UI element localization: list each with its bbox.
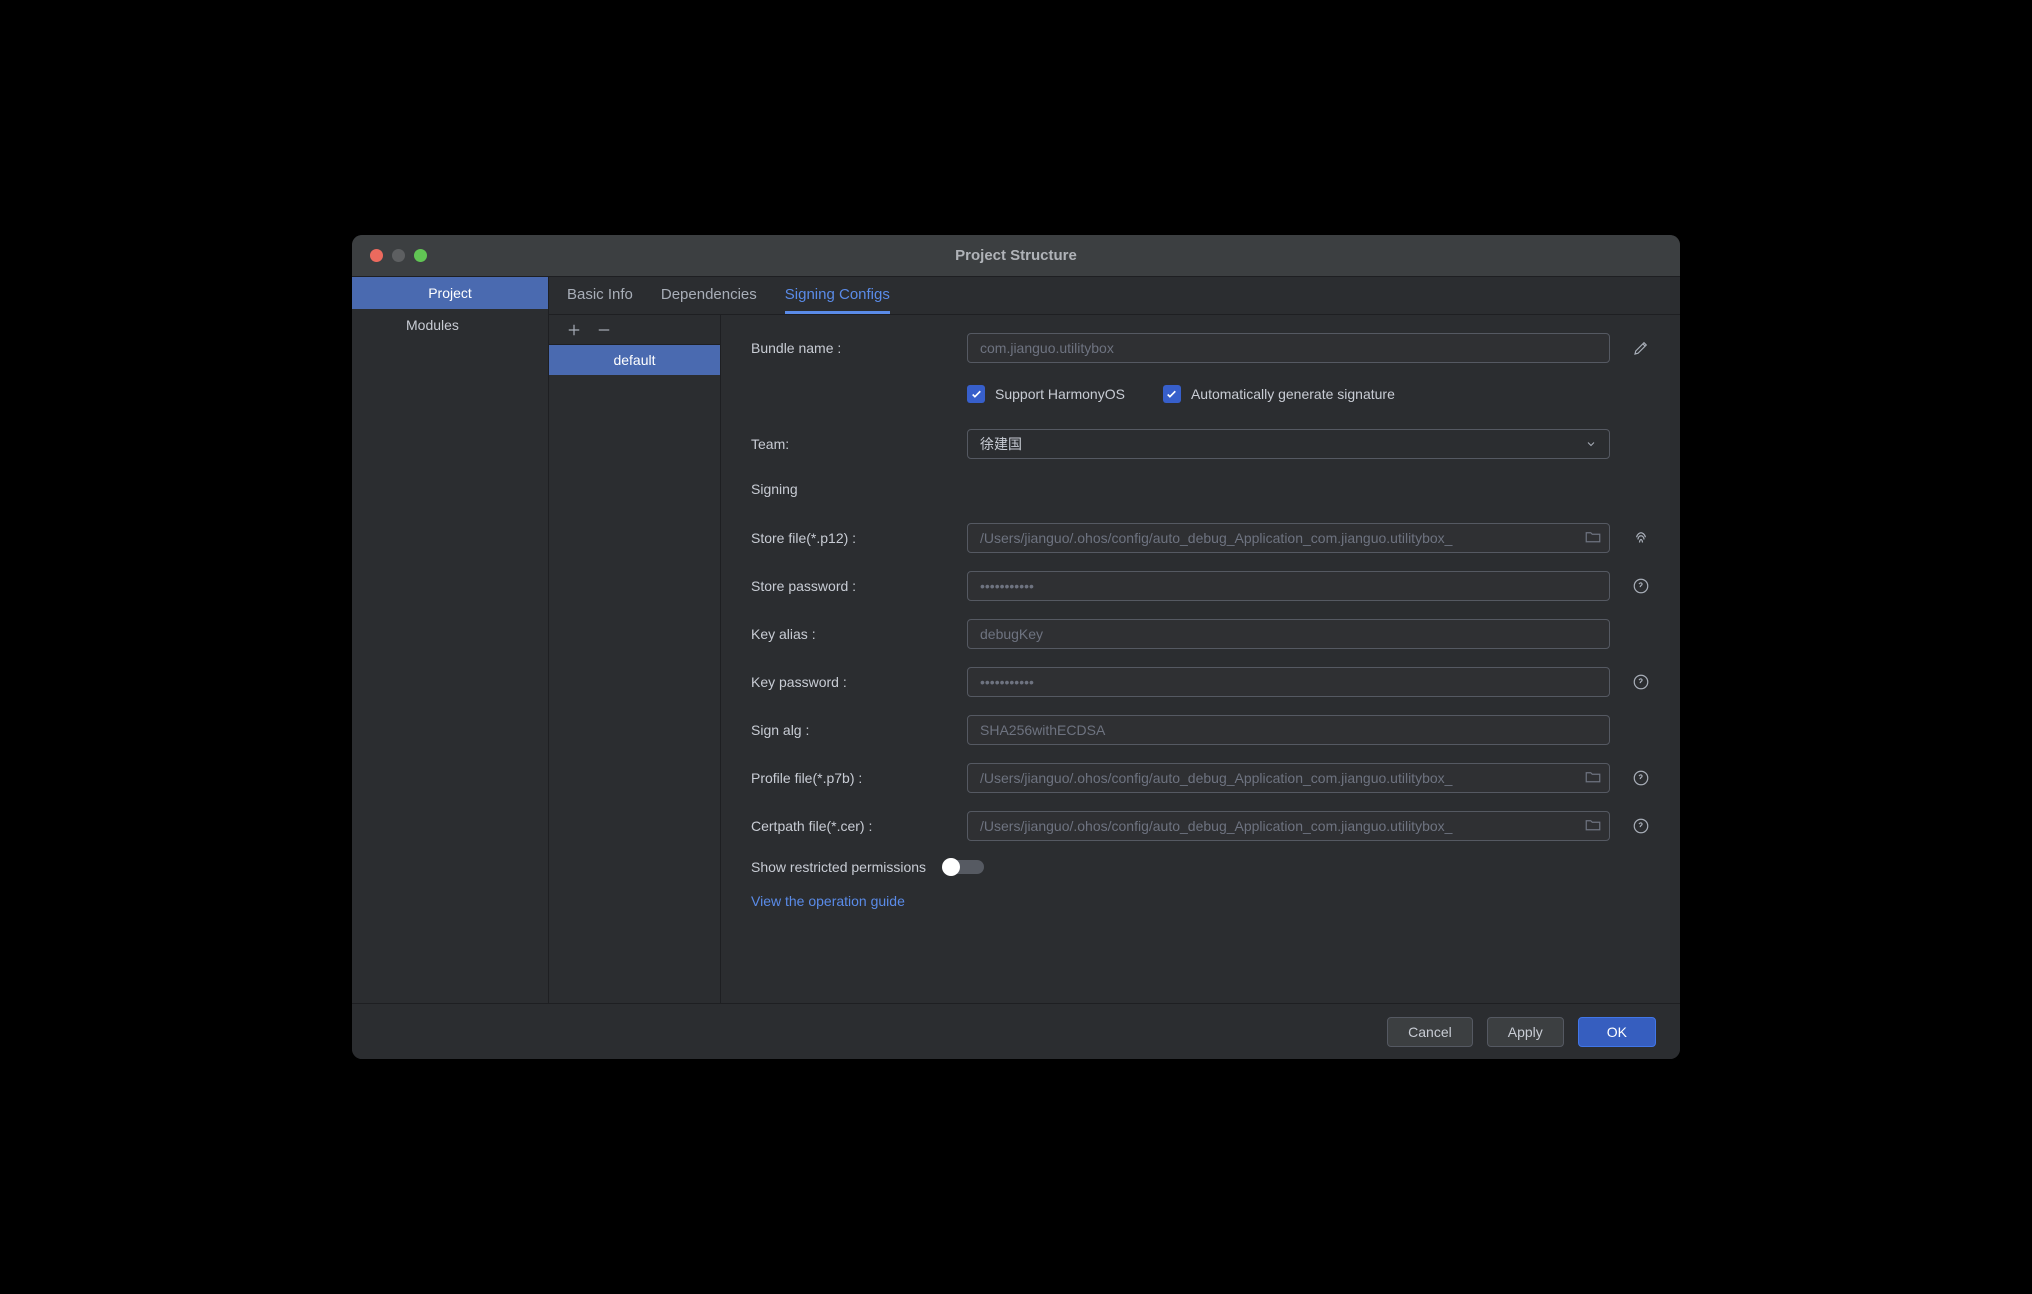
store-file-label: Store file(*.p12) :	[751, 530, 951, 546]
content-row: default Bundle name :	[549, 315, 1680, 1003]
certpath-row: Certpath file(*.cer) :	[751, 811, 1656, 841]
form-area: Bundle name : Support	[721, 315, 1680, 1003]
autogen-signature-checkbox[interactable]: Automatically generate signature	[1163, 385, 1395, 403]
sign-alg-label: Sign alg :	[751, 722, 951, 738]
key-password-row: Key password :	[751, 667, 1656, 697]
store-file-input[interactable]	[967, 523, 1610, 553]
tab-basic-info[interactable]: Basic Info	[567, 277, 633, 314]
minus-icon	[595, 321, 613, 339]
profile-file-label: Profile file(*.p7b) :	[751, 770, 951, 786]
sidebar-item-label: Modules	[406, 317, 459, 333]
key-password-label: Key password :	[751, 674, 951, 690]
tab-signing-configs[interactable]: Signing Configs	[785, 277, 890, 314]
key-password-help[interactable]	[1626, 673, 1656, 691]
key-alias-label: Key alias :	[751, 626, 951, 642]
pencil-icon	[1632, 339, 1650, 357]
body: Project Modules Basic Info Dependencies …	[352, 277, 1680, 1003]
team-select[interactable]: 徐建国	[967, 429, 1610, 459]
team-row: Team: 徐建国	[751, 429, 1656, 459]
sidebar-item-modules[interactable]: Modules	[352, 309, 548, 341]
profile-file-help[interactable]	[1626, 769, 1656, 787]
sidebar-item-project[interactable]: Project	[352, 277, 548, 309]
store-password-label: Store password :	[751, 578, 951, 594]
minimize-window-button[interactable]	[392, 249, 405, 262]
store-password-help[interactable]	[1626, 577, 1656, 595]
team-label: Team:	[751, 436, 951, 452]
sidebar-item-label: Project	[428, 285, 472, 301]
bundle-name-row: Bundle name :	[751, 333, 1656, 363]
operation-guide-link[interactable]: View the operation guide	[751, 893, 905, 909]
footer: Cancel Apply OK	[352, 1003, 1680, 1059]
cancel-button[interactable]: Cancel	[1387, 1017, 1473, 1047]
tab-dependencies[interactable]: Dependencies	[661, 277, 757, 314]
plus-icon	[565, 321, 583, 339]
show-restricted-row: Show restricted permissions	[751, 859, 1656, 875]
checkbox-label: Support HarmonyOS	[995, 386, 1125, 402]
help-icon	[1632, 673, 1650, 691]
folder-icon[interactable]	[1584, 528, 1602, 549]
chevron-down-icon	[1585, 438, 1597, 450]
tabs: Basic Info Dependencies Signing Configs	[549, 277, 1680, 315]
add-config-button[interactable]	[565, 321, 583, 339]
key-alias-input[interactable]	[967, 619, 1610, 649]
close-window-button[interactable]	[370, 249, 383, 262]
sign-alg-row: Sign alg :	[751, 715, 1656, 745]
remove-config-button[interactable]	[595, 321, 613, 339]
store-password-input[interactable]	[967, 571, 1610, 601]
check-icon	[970, 388, 983, 401]
fingerprint-icon	[1632, 529, 1650, 547]
fingerprint-button[interactable]	[1626, 529, 1656, 547]
traffic-lights	[370, 249, 427, 262]
profile-file-row: Profile file(*.p7b) :	[751, 763, 1656, 793]
profile-file-input[interactable]	[967, 763, 1610, 793]
key-alias-row: Key alias :	[751, 619, 1656, 649]
checkbox-row: Support HarmonyOS Automatically generate…	[751, 385, 1656, 403]
help-icon	[1632, 817, 1650, 835]
config-toolbar	[549, 315, 720, 345]
team-value: 徐建国	[980, 434, 1022, 454]
window-title: Project Structure	[352, 247, 1680, 264]
checkbox-box	[967, 385, 985, 403]
help-icon	[1632, 577, 1650, 595]
maximize-window-button[interactable]	[414, 249, 427, 262]
support-harmonyos-checkbox[interactable]: Support HarmonyOS	[967, 385, 1125, 403]
folder-icon[interactable]	[1584, 768, 1602, 789]
folder-icon[interactable]	[1584, 816, 1602, 837]
sign-alg-input[interactable]	[967, 715, 1610, 745]
checkbox-box	[1163, 385, 1181, 403]
config-list-item-default[interactable]: default	[549, 345, 720, 375]
certpath-input[interactable]	[967, 811, 1610, 841]
titlebar: Project Structure	[352, 235, 1680, 277]
sidebar: Project Modules	[352, 277, 549, 1003]
signing-section-label: Signing	[751, 481, 1656, 497]
show-restricted-toggle[interactable]	[944, 860, 984, 874]
ok-button[interactable]: OK	[1578, 1017, 1656, 1047]
check-icon	[1165, 388, 1178, 401]
edit-bundle-name-button[interactable]	[1626, 339, 1656, 357]
bundle-name-input[interactable]	[967, 333, 1610, 363]
show-restricted-label: Show restricted permissions	[751, 859, 926, 875]
list-item-label: default	[613, 352, 655, 368]
key-password-input[interactable]	[967, 667, 1610, 697]
store-password-row: Store password :	[751, 571, 1656, 601]
certpath-label: Certpath file(*.cer) :	[751, 818, 951, 834]
main: Basic Info Dependencies Signing Configs	[549, 277, 1680, 1003]
project-structure-window: Project Structure Project Modules Basic …	[352, 235, 1680, 1059]
help-icon	[1632, 769, 1650, 787]
config-list-pane: default	[549, 315, 721, 1003]
toggle-knob	[942, 858, 960, 876]
store-file-row: Store file(*.p12) :	[751, 523, 1656, 553]
bundle-name-label: Bundle name :	[751, 340, 951, 356]
apply-button[interactable]: Apply	[1487, 1017, 1564, 1047]
certpath-help[interactable]	[1626, 817, 1656, 835]
checkbox-label: Automatically generate signature	[1191, 386, 1395, 402]
